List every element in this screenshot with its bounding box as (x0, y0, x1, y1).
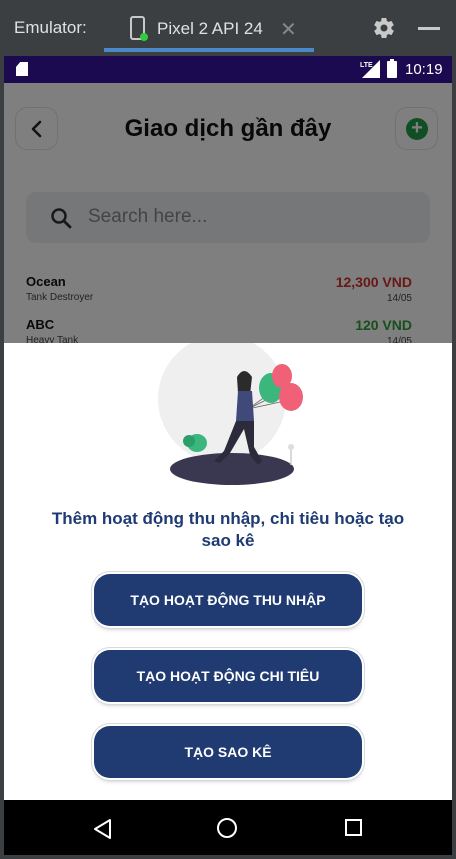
device-tab[interactable]: Pixel 2 API 24 ✕ (104, 8, 314, 52)
minimize-icon[interactable] (418, 27, 440, 30)
emulator-toolbar: Emulator: Pixel 2 API 24 ✕ (0, 0, 456, 56)
gear-icon[interactable] (372, 16, 396, 40)
nav-back-icon[interactable] (93, 818, 113, 840)
nav-recents-icon[interactable] (345, 819, 362, 836)
woman-with-balloons-illustration (158, 343, 303, 485)
emulator-label: Emulator: (14, 18, 87, 37)
phone-device-icon (130, 16, 148, 41)
create-expense-button[interactable]: TẠO HOẠT ĐỘNG CHI TIÊU (94, 650, 362, 702)
android-nav-bar (4, 800, 452, 855)
app-content: Giao dịch gần đây + Search here... Ocean… (4, 83, 452, 800)
close-tab-icon[interactable]: ✕ (280, 17, 297, 42)
sd-card-icon (16, 62, 28, 76)
battery-icon (387, 59, 397, 78)
bottom-sheet: Thêm hoạt động thu nhập, chi tiêu hoặc t… (4, 343, 452, 800)
status-bar: LTE 10:19 (4, 56, 452, 83)
tab-underline (104, 48, 314, 52)
create-income-button[interactable]: TẠO HOẠT ĐỘNG THU NHẬP (94, 574, 362, 626)
device-tab-label: Pixel 2 API 24 (157, 19, 263, 38)
status-time: 10:19 (405, 61, 443, 78)
nav-home-icon[interactable] (217, 818, 237, 838)
lte-signal-icon: LTE (360, 60, 380, 78)
sheet-message: Thêm hoạt động thu nhập, chi tiêu hoặc t… (51, 509, 405, 550)
svg-text:LTE: LTE (360, 62, 373, 69)
phone-screen: LTE 10:19 Giao dịch gần đây + Search her… (4, 56, 452, 855)
create-statement-button[interactable]: TẠO SAO KÊ (94, 726, 362, 778)
